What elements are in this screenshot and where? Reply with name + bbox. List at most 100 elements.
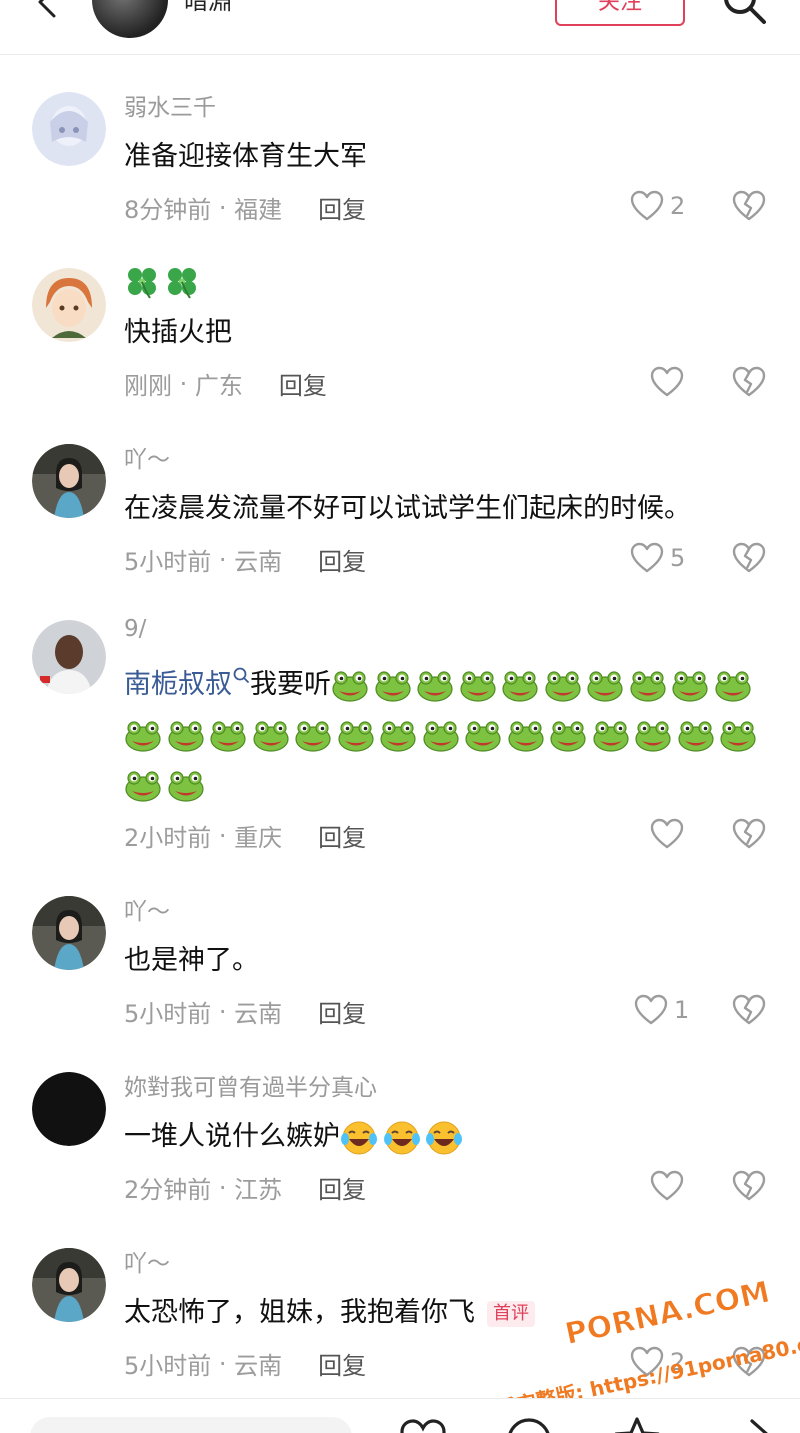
back-icon[interactable] [24,0,64,26]
avatar[interactable] [32,1248,106,1322]
header-avatar[interactable] [92,0,168,38]
comment-username[interactable]: 妳對我可曾有過半分真心 [124,1068,377,1102]
comment-username[interactable]: 9/ [124,616,146,642]
like-button[interactable]: 5 [630,542,685,574]
frog-emoji [125,720,161,752]
frog-emoji [465,720,501,752]
comment-username[interactable]: 弱水三千 [124,88,216,122]
reply-button[interactable]: 回复 [318,542,366,577]
reply-button[interactable]: 回复 [318,1346,366,1381]
frog-emoji [507,720,544,752]
meta-separator: · [211,545,235,574]
frog-emoji [417,670,453,702]
comment-meta: 5小时前 · 云南 回复 [124,994,366,1029]
comment-location: 江苏 [234,1176,283,1204]
comment-text: 准备迎接体育生大军 [124,141,367,172]
comment-input[interactable] [30,1417,352,1433]
avatar[interactable] [32,620,106,694]
frog-emoji [502,670,538,702]
reply-button[interactable]: 回复 [318,190,366,225]
heart-icon [650,818,684,849]
comment-text-body: 太恐怖了，姐妹，我抱着你飞 [124,1297,475,1328]
top-bar: 暗淵 关注 [0,0,800,55]
comment-text-body: 我要听 [250,669,331,700]
avatar[interactable] [32,444,106,518]
frog-emoji [592,720,629,752]
comment-meta: 刚刚 · 广东 回复 [124,366,327,401]
reply-button[interactable]: 回复 [318,994,366,1029]
comment-bubble-icon[interactable] [504,1415,554,1433]
follow-button[interactable]: 关注 [555,0,685,26]
header-username[interactable]: 暗淵 [184,0,232,16]
share-icon[interactable] [730,1415,780,1433]
frog-emoji [295,720,331,752]
comment-location: 云南 [234,1000,283,1028]
avatar[interactable] [32,268,106,342]
laugh-emoji-group [340,1121,468,1154]
heart-icon [650,366,684,397]
frog-emoji [550,720,586,752]
like-button[interactable]: 2 [630,190,685,222]
first-comment-badge: 首评 [487,1300,535,1327]
broken-heart-icon[interactable] [732,994,766,1026]
meta-separator: · [211,193,235,222]
like-button[interactable] [650,366,684,398]
frog-emoji [337,720,374,752]
comment-meta: 2分钟前 · 江苏 回复 [124,1170,366,1205]
broken-heart-icon[interactable] [732,190,766,222]
search-icon[interactable] [720,0,770,28]
frog-emoji [587,670,623,702]
broken-heart-icon[interactable] [732,366,766,398]
comment-username[interactable]: 吖～ [124,440,170,474]
broken-heart-icon[interactable] [732,1170,766,1202]
frog-emoji [422,720,459,752]
broken-heart-icon[interactable] [732,542,766,574]
star-icon[interactable] [612,1415,662,1433]
laughing-emoji [341,1121,377,1154]
comment-username-emoji[interactable] [124,264,200,306]
comment-text: 南栀叔叔 我要听 [124,660,794,810]
comment-time: 5小时前 [124,548,212,576]
frog-emoji [544,670,581,702]
like-count: 2 [670,192,686,220]
comment-time: 2小时前 [124,824,212,852]
reply-button[interactable]: 回复 [318,1170,366,1205]
comment-time: 8分钟前 [124,196,212,224]
comment-location: 云南 [234,548,283,576]
comment-time: 刚刚 [124,372,172,400]
avatar[interactable] [32,1072,106,1146]
avatar[interactable] [32,896,106,970]
heart-icon [630,190,664,221]
comment-text: 一堆人说什么嫉妒 [124,1112,468,1162]
avatar[interactable] [32,92,106,166]
frog-emoji [720,720,756,752]
reply-button[interactable]: 回复 [279,366,327,401]
like-button[interactable] [650,818,684,850]
frog-emoji [332,670,368,702]
frog-emoji [252,720,289,752]
frog-emoji [714,670,751,702]
comment-meta: 2小时前 · 重庆 回复 [124,818,366,853]
comment-username[interactable]: 吖～ [124,892,170,926]
comment-text: 快插火把 [124,317,232,348]
mention-link[interactable]: 南栀叔叔 [124,669,232,700]
comment-meta: 5小时前 · 云南 回复 [124,1346,366,1381]
frog-emoji [672,670,708,702]
heart-icon[interactable] [398,1415,448,1433]
comment-location: 福建 [234,196,283,224]
comment-time: 5小时前 [124,1352,212,1380]
broken-heart-icon[interactable] [732,818,766,850]
comment-time: 2分钟前 [124,1176,212,1204]
like-count: 1 [674,996,690,1024]
frog-emoji [677,720,714,752]
comment-location: 广东 [194,372,243,400]
laughing-emoji [426,1121,462,1154]
comment-username[interactable]: 吖～ [124,1244,170,1278]
frog-emoji [380,720,416,752]
reply-button[interactable]: 回复 [318,818,366,853]
frog-emoji [167,720,204,752]
like-button[interactable]: 1 [634,994,689,1026]
like-button[interactable] [650,1170,684,1202]
laughing-emoji [383,1121,420,1154]
meta-separator: · [211,1349,235,1378]
